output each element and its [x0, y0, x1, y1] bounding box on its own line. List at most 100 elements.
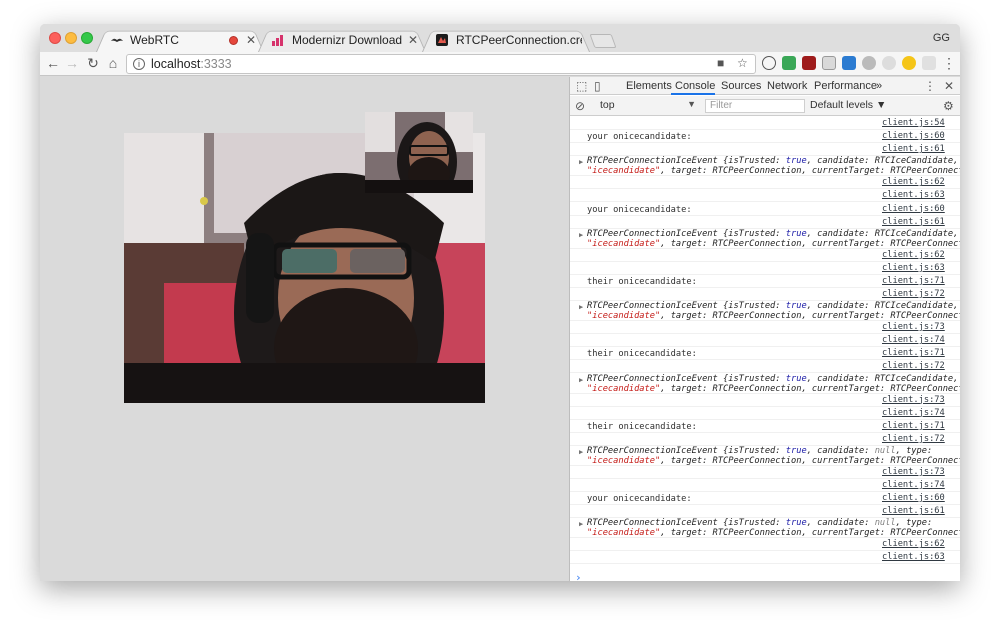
console-source-row: client.js:61 [570, 216, 960, 229]
rtc-ice-event-object[interactable]: ▶ RTCPeerConnectionIceEvent {isTrusted: t… [579, 518, 960, 538]
extension-globe-icon[interactable] [862, 56, 876, 70]
log-levels-select[interactable]: Default levels ▼ [810, 99, 886, 111]
tab-webrtc[interactable]: WebRTC ✕ [96, 28, 264, 52]
rtc-ice-event-object[interactable]: ▶ RTCPeerConnectionIceEvent {isTrusted: t… [579, 373, 960, 394]
source-link[interactable]: client.js:62 [882, 177, 945, 187]
source-link[interactable]: client.js:61 [882, 217, 945, 227]
clear-console-icon[interactable]: ⊘ [575, 99, 585, 113]
source-link[interactable]: client.js:71 [882, 276, 945, 286]
settings-gear-icon[interactable]: ⚙ [943, 99, 954, 113]
reload-icon[interactable]: ↻ [84, 55, 102, 72]
tab-sources[interactable]: Sources [721, 80, 761, 92]
source-link[interactable]: client.js:63 [882, 190, 945, 200]
extension-doc-icon[interactable] [922, 56, 936, 70]
target-value: RTCPeerConnection [712, 455, 802, 466]
target-value: RTCPeerConnection [712, 238, 802, 249]
context-select[interactable]: top ▼ [600, 99, 696, 113]
active-tab-indicator [671, 93, 715, 95]
zoom-window-button[interactable] [81, 32, 93, 44]
source-link[interactable]: client.js:72 [882, 289, 945, 299]
source-link[interactable]: client.js:54 [882, 118, 945, 128]
extension-link-icon[interactable] [882, 56, 896, 70]
console-message: your onicecandidate: [587, 494, 692, 505]
address-bar[interactable]: i localhost:3333 ■ ☆ [126, 54, 756, 74]
source-link[interactable]: client.js:73 [882, 395, 945, 405]
source-link[interactable]: client.js:61 [882, 506, 945, 516]
source-link[interactable]: client.js:73 [882, 322, 945, 332]
tab-elements[interactable]: Elements [626, 80, 672, 92]
profile-badge[interactable]: GG [933, 32, 950, 44]
source-link[interactable]: client.js:71 [882, 348, 945, 358]
expand-triangle-icon[interactable]: ▶ [579, 231, 583, 239]
console-source-row: client.js:63 [570, 262, 960, 275]
close-icon[interactable]: ✕ [246, 33, 256, 47]
console-log-row: their onicecandidate: client.js:71 [570, 420, 960, 433]
source-link[interactable]: client.js:74 [882, 408, 945, 418]
source-link[interactable]: client.js:62 [882, 539, 945, 549]
new-tab-button[interactable] [589, 34, 617, 48]
back-icon[interactable]: ← [44, 55, 62, 71]
source-link[interactable]: client.js:62 [882, 250, 945, 260]
info-icon[interactable]: i [133, 58, 145, 70]
rtc-ice-event-object[interactable]: ▶ RTCPeerConnectionIceEvent {isTrusted: t… [579, 156, 960, 177]
source-link[interactable]: client.js:63 [882, 263, 945, 273]
candidate-value: RTCIceCandidate [874, 373, 954, 384]
source-link[interactable]: client.js:60 [882, 204, 945, 214]
console-output[interactable]: client.js:54 your onicecandidate: client.j… [570, 117, 960, 569]
modernizr-icon [272, 34, 286, 46]
source-link[interactable]: client.js:74 [882, 335, 945, 345]
rtc-ice-event-object[interactable]: ▶ RTCPeerConnectionIceEvent {isTrusted: t… [579, 301, 960, 322]
console-prompt[interactable]: › [575, 571, 582, 581]
extension-s-icon[interactable] [842, 56, 856, 70]
source-link[interactable]: client.js:73 [882, 467, 945, 477]
console-source-row: client.js:62 [570, 249, 960, 262]
local-video[interactable] [365, 112, 473, 193]
more-tabs-icon[interactable]: » [876, 80, 882, 92]
expand-triangle-icon[interactable]: ▶ [579, 303, 583, 311]
expand-triangle-icon[interactable]: ▶ [579, 376, 583, 384]
source-link[interactable]: client.js:63 [882, 552, 945, 562]
expand-triangle-icon[interactable]: ▶ [579, 520, 583, 528]
expand-triangle-icon[interactable]: ▶ [579, 158, 583, 166]
ublock-icon[interactable] [802, 56, 816, 70]
source-link[interactable]: client.js:72 [882, 434, 945, 444]
rtc-ice-event-object[interactable]: ▶ RTCPeerConnectionIceEvent {isTrusted: t… [579, 229, 960, 249]
source-link[interactable]: client.js:71 [882, 421, 945, 431]
source-link[interactable]: client.js:60 [882, 131, 945, 141]
inspect-element-icon[interactable]: ⬚ [576, 79, 587, 93]
close-icon[interactable]: ✕ [408, 33, 418, 47]
extension-green-icon[interactable] [782, 56, 796, 70]
current-target-value: RTCPeerConnection, [890, 311, 960, 322]
tab-network[interactable]: Network [767, 80, 807, 92]
tab-performance[interactable]: Performance [814, 80, 877, 92]
current-target-value: RTCPeerConnection, [890, 166, 960, 177]
device-toolbar-icon[interactable]: ▯ [594, 79, 601, 93]
console-source-row: client.js:61 [570, 505, 960, 519]
tab-rtcpeerconnection[interactable]: RTCPeerConnection.createOff [422, 28, 590, 52]
source-link[interactable]: client.js:72 [882, 361, 945, 371]
filter-input[interactable]: Filter [705, 99, 805, 113]
minimize-window-button[interactable] [65, 32, 77, 44]
extension-download-icon[interactable] [762, 56, 776, 70]
close-window-button[interactable] [49, 32, 61, 44]
rtc-ice-event-object[interactable]: ▶ RTCPeerConnectionIceEvent {isTrusted: t… [579, 445, 960, 466]
extension-yellow-icon[interactable] [902, 56, 916, 70]
home-icon[interactable]: ⌂ [104, 55, 122, 71]
close-devtools-icon[interactable]: ✕ [944, 79, 954, 93]
source-link[interactable]: client.js:61 [882, 144, 945, 154]
tab-console[interactable]: Console [675, 80, 715, 92]
expand-triangle-icon[interactable]: ▶ [579, 448, 583, 456]
forward-icon[interactable]: → [63, 55, 81, 71]
tab-modernizr[interactable]: Modernizr Download Builder ✕ [258, 28, 426, 52]
console-log-row: your onicecandidate: client.js:60 [570, 130, 960, 144]
browser-menu-icon[interactable]: ⋮ [942, 55, 956, 72]
source-link[interactable]: client.js:60 [882, 493, 945, 503]
devtools-menu-icon[interactable]: ⋮ [924, 79, 936, 93]
console-object-row: ▶ RTCPeerConnectionIceEvent {isTrusted: t… [570, 374, 960, 394]
candidate-value: null [874, 445, 896, 456]
extension-gray-icon[interactable] [822, 56, 836, 70]
camera-icon[interactable]: ■ [717, 56, 724, 70]
bookmark-star-icon[interactable]: ☆ [737, 56, 748, 70]
source-link[interactable]: client.js:74 [882, 480, 945, 490]
console-source-row: client.js:74 [570, 334, 960, 348]
